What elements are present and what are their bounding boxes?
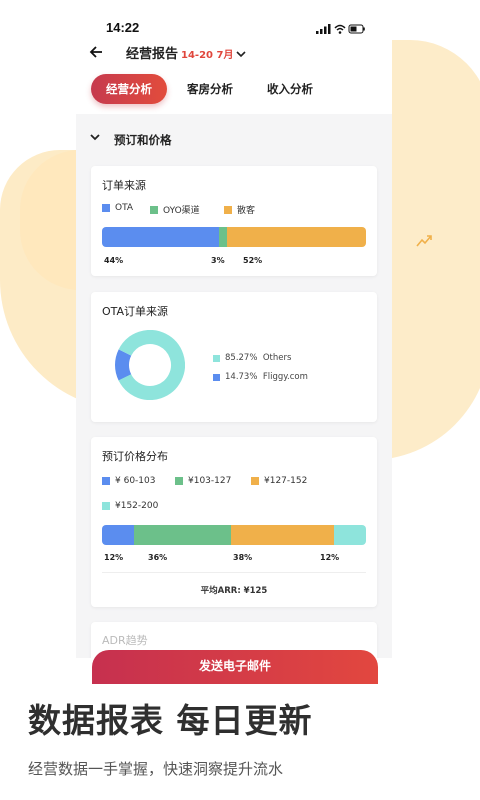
ota-donut-chart <box>115 330 185 400</box>
status-time: 14:22 <box>106 20 140 35</box>
legend-pct: 14.73% <box>225 372 258 382</box>
legend-item: ¥152-200 <box>102 501 158 511</box>
legend-swatch <box>213 373 220 381</box>
average-arr: 平均ARR: ¥125 <box>200 586 268 596</box>
bar-segment <box>102 525 135 545</box>
bar-segment <box>231 525 334 545</box>
status-bar: 14:22 <box>76 18 392 40</box>
legend-item: OTA <box>102 203 133 213</box>
legend-item: ¥127-152 <box>251 476 307 486</box>
price-dist-card: 预订价格分布 ¥ 60-103 ¥103-127 ¥127-152 ¥152-2… <box>91 437 377 607</box>
bar-segment <box>219 227 228 247</box>
order-source-bar <box>102 227 366 247</box>
card-title: 订单来源 <box>102 179 146 192</box>
bar-label: 36% <box>148 553 168 562</box>
report-content: 预订和价格 订单来源 OTA OYO渠道 散客 44% 3% 52% OTA订单… <box>76 114 392 658</box>
bar-segment <box>134 525 232 545</box>
legend-label: ¥ 60-103 <box>115 476 156 486</box>
card-title: ADR趋势 <box>102 634 148 647</box>
promo-headline: 数据报表 每日更新 <box>28 701 313 740</box>
legend-label: ¥127-152 <box>264 476 308 486</box>
legend-swatch <box>102 204 110 212</box>
bar-segment <box>102 227 220 247</box>
legend-swatch <box>251 477 259 485</box>
bar-label: 38% <box>233 553 253 562</box>
legend-item: 散客 <box>224 203 255 216</box>
chevron-down-icon <box>236 51 247 58</box>
bar-label: 12% <box>320 553 340 562</box>
page-title: 经营报告 <box>126 47 179 62</box>
tab-revenue-analysis[interactable]: 收入分析 <box>260 74 320 104</box>
card-title: 预订价格分布 <box>102 450 168 463</box>
tab-room-analysis[interactable]: 客房分析 <box>180 74 240 104</box>
tab-business-analysis[interactable]: 经营分析 <box>91 74 167 104</box>
trend-icon <box>416 235 432 247</box>
promo-subline: 经营数据一手掌握，快速洞察提升流水 <box>28 760 284 778</box>
legend-label: ¥103-127 <box>188 476 232 486</box>
donut-legend-item: 14.73% Fliggy.com <box>213 372 308 382</box>
bar-label: 44% <box>104 256 124 265</box>
report-title[interactable]: 经营报告 14-20 7月 <box>126 43 247 62</box>
date-range: 14-20 7月 <box>181 50 234 61</box>
legend-label: Fliggy.com <box>262 372 308 382</box>
status-icons <box>316 24 365 34</box>
legend-swatch <box>150 205 158 214</box>
legend-swatch <box>224 205 232 214</box>
card-title: OTA订单来源 <box>102 305 169 318</box>
legend-pct: 85.27% <box>225 353 258 363</box>
price-dist-bar <box>102 525 366 545</box>
legend-label: OTA <box>115 203 134 213</box>
bar-segment <box>227 227 366 247</box>
legend-item: ¥ 60-103 <box>102 476 155 486</box>
legend-label: ¥152-200 <box>115 501 159 511</box>
divider <box>102 572 366 573</box>
tab-bar: 经营分析 客房分析 收入分析 <box>76 70 392 114</box>
order-source-card: 订单来源 OTA OYO渠道 散客 44% 3% 52% <box>91 166 377 276</box>
ota-source-card: OTA订单来源 85.27% Others 14.73% Fliggy.com <box>91 292 377 422</box>
bar-label: 52% <box>243 256 263 265</box>
app-header: 经营报告 14-20 7月 <box>76 40 392 70</box>
legend-swatch <box>175 477 183 485</box>
back-arrow-icon[interactable] <box>88 44 104 60</box>
legend-item: OYO渠道 <box>150 203 200 216</box>
legend-label: OYO渠道 <box>163 206 200 216</box>
legend-label: Others <box>262 353 292 363</box>
phone-screen: 14:22 经营报告14-20 7月 经营分析 客房分析 收入分析 预订和价格 <box>76 18 392 658</box>
chevron-down-icon <box>90 134 100 141</box>
section-label: 预订和价格 <box>114 133 172 147</box>
legend-label: 散客 <box>237 206 256 216</box>
section-header[interactable]: 预订和价格 <box>76 114 392 164</box>
legend-swatch <box>213 354 220 362</box>
bar-label: 12% <box>104 553 124 562</box>
promo-screen: 14:22 经营报告14-20 7月 经营分析 客房分析 收入分析 预订和价格 <box>0 0 480 800</box>
legend-swatch <box>102 477 110 485</box>
legend-swatch <box>102 502 110 510</box>
send-email-button[interactable]: 发送电子邮件 <box>92 650 378 684</box>
legend-item: ¥103-127 <box>175 476 231 486</box>
donut-legend-item: 85.27% Others <box>213 353 291 363</box>
bar-label: 3% <box>211 256 225 265</box>
bar-segment <box>333 525 366 545</box>
